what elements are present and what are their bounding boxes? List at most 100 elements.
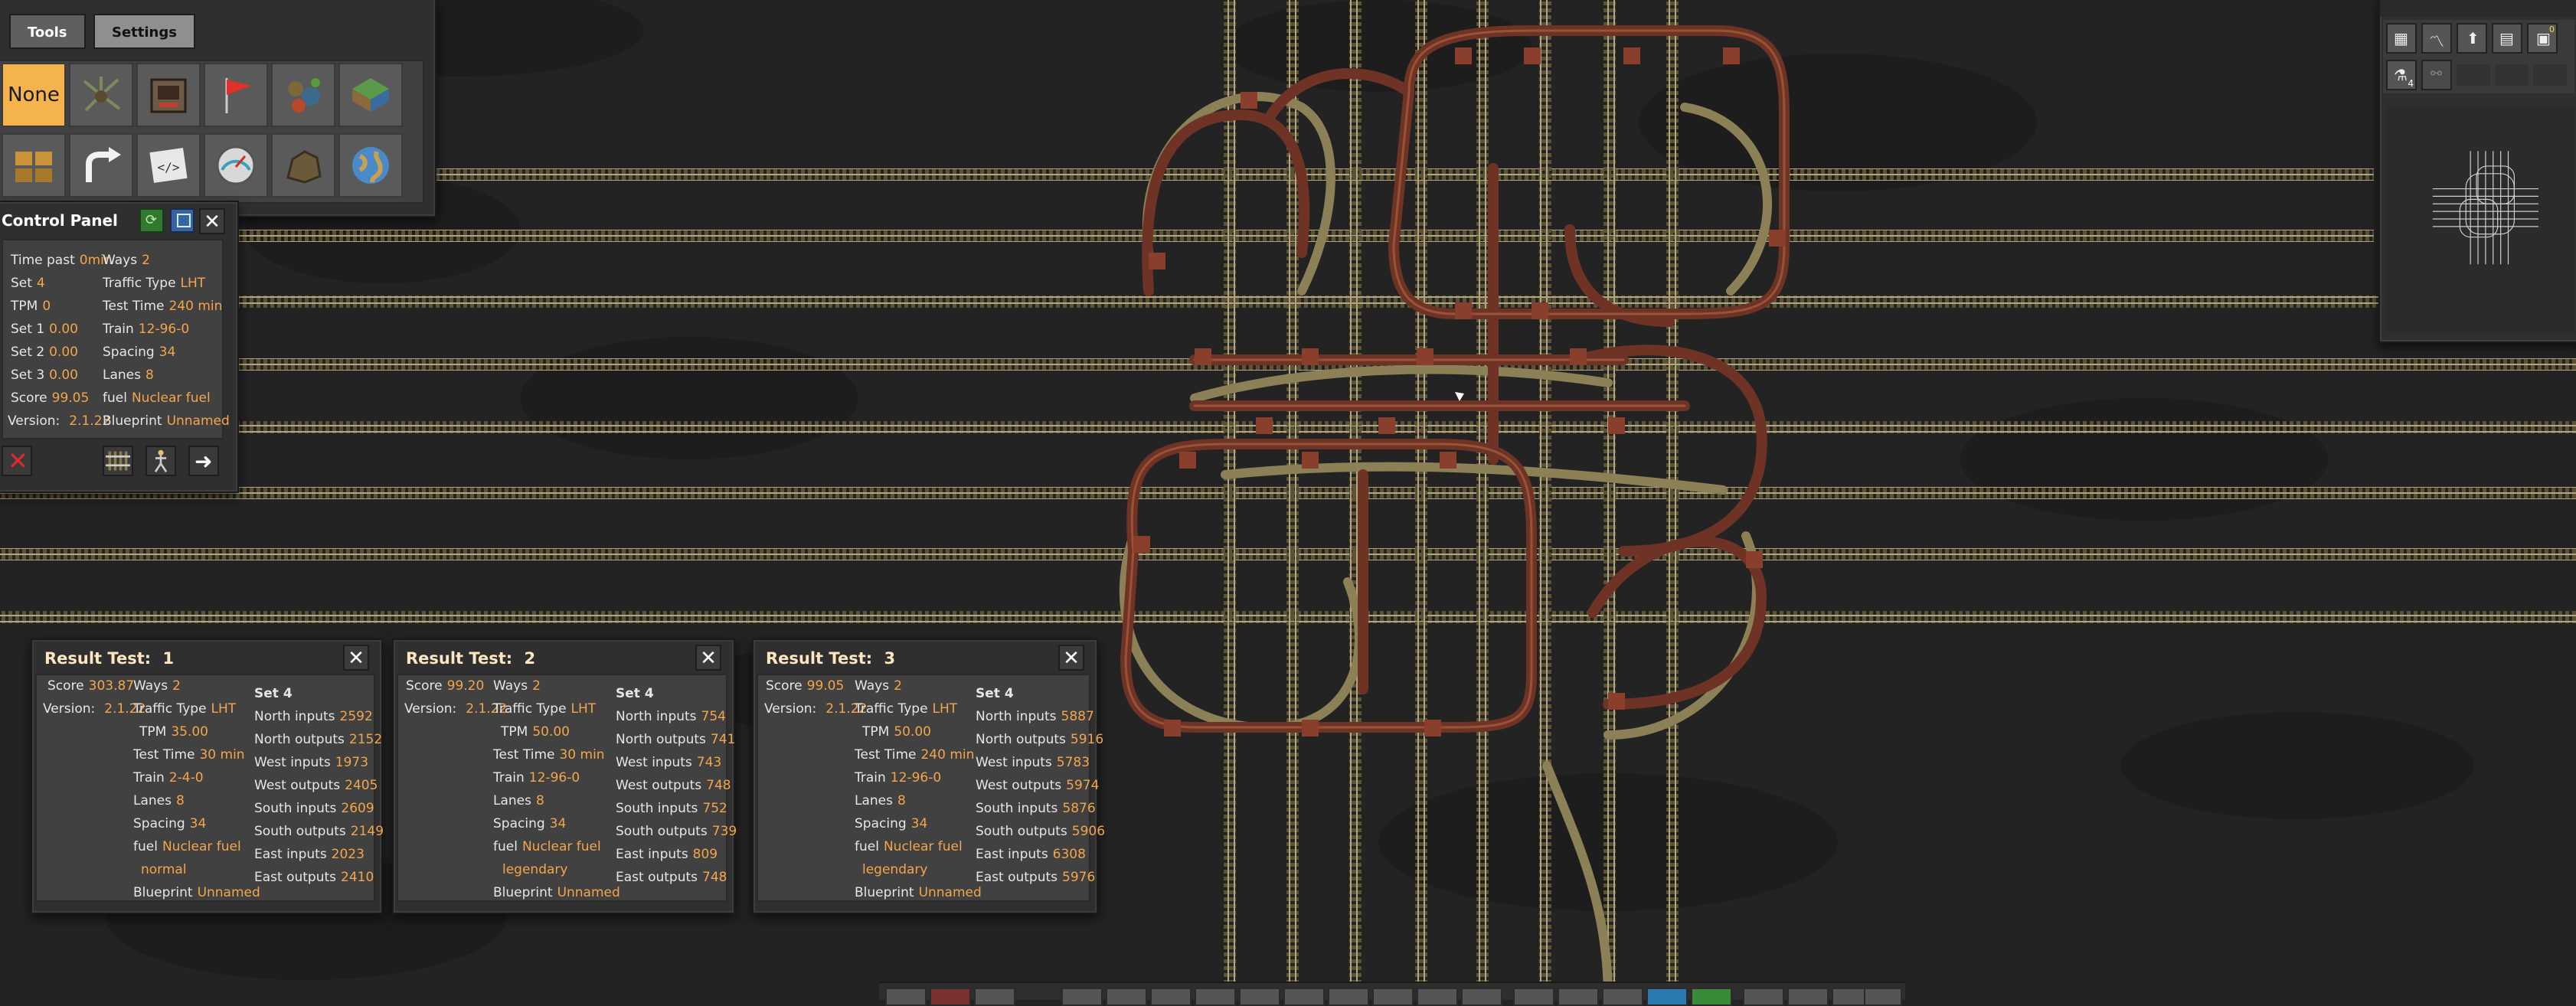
- result-south-inputs: South inputs 752: [616, 801, 727, 816]
- result-spacing: Spacing 34: [133, 816, 207, 831]
- cp-fuel: fuel Nuclear fuel: [103, 390, 211, 406]
- result-east-inputs: East inputs 2023: [254, 847, 364, 862]
- empty-slot: [2495, 64, 2529, 86]
- window-icon: [177, 214, 191, 227]
- hotbar-slot[interactable]: [1417, 988, 1458, 1006]
- hotbar-slot[interactable]: [1239, 988, 1280, 1006]
- trains-button[interactable]: ▣ 0: [2527, 23, 2558, 54]
- cp-version: Version: 2.1.22: [8, 413, 111, 429]
- cp-score: Score 99.05: [11, 390, 90, 406]
- graph-button[interactable]: ⚯: [2421, 60, 2452, 90]
- control-panel-close-button[interactable]: ✕: [199, 208, 225, 234]
- result-version: Version: 2.1.22: [764, 701, 868, 717]
- result-south-inputs: South inputs 5876: [976, 801, 1096, 816]
- hotbar-slot[interactable]: [974, 988, 1015, 1006]
- globe-icon: [352, 147, 389, 184]
- result-east-outputs: East outputs 748: [616, 870, 727, 885]
- result-train: Train 2-4-0: [133, 770, 204, 786]
- result-close-button[interactable]: ✕: [695, 645, 721, 671]
- tool-flag-slot[interactable]: [204, 63, 268, 127]
- hotbar-slot[interactable]: [1743, 988, 1784, 1006]
- empty-slot: [2533, 64, 2567, 86]
- hotbar-slot[interactable]: [1558, 988, 1599, 1006]
- result-tpm: TPM 35.00: [139, 724, 208, 740]
- minimap[interactable]: [2386, 106, 2574, 332]
- tool-machine-slot[interactable]: [136, 63, 201, 127]
- tool-biters-slot[interactable]: [271, 63, 335, 127]
- map-grid-button[interactable]: ▦: [2386, 23, 2417, 54]
- terrain-icon: [352, 78, 389, 112]
- toggle-green-button[interactable]: ⟳: [139, 208, 164, 233]
- hotbar-slot[interactable]: [1787, 988, 1829, 1006]
- svg-text:</>: </>: [158, 160, 180, 175]
- result-close-button[interactable]: ✕: [1058, 645, 1084, 671]
- next-button[interactable]: ➜: [188, 446, 219, 476]
- flag-icon: [225, 78, 251, 113]
- tab-settings[interactable]: Settings: [93, 14, 195, 49]
- result-spacing: Spacing 34: [855, 816, 928, 831]
- result-north-outputs: North outputs 741: [616, 732, 736, 747]
- close-icon: ✕: [204, 211, 221, 234]
- hotbar-slot[interactable]: [1061, 988, 1103, 1006]
- book-button[interactable]: ▤: [2492, 23, 2522, 54]
- hotbar-slot[interactable]: [1150, 988, 1192, 1006]
- hotbar-slot[interactable]: [1646, 988, 1688, 1006]
- train-badge: 0: [2549, 24, 2555, 34]
- minimize-button[interactable]: [170, 208, 195, 233]
- hotbar-slot[interactable]: [1864, 988, 1902, 1006]
- tool-code-slot[interactable]: </>: [136, 133, 201, 198]
- research-button[interactable]: ⚗ 4: [2386, 60, 2417, 90]
- tool-tree-slot[interactable]: [69, 63, 133, 127]
- stop-test-button[interactable]: ✕: [2, 446, 32, 476]
- tool-chest-slot[interactable]: [2, 133, 66, 198]
- result-train: Train 12-96-0: [855, 770, 942, 786]
- hotbar-slot[interactable]: [1195, 988, 1236, 1006]
- rail-button[interactable]: [103, 446, 133, 476]
- chart-icon: 〽: [2429, 32, 2444, 51]
- result-east-inputs: East inputs 809: [616, 847, 718, 862]
- rail-icon: [106, 451, 130, 471]
- hotbar-slot[interactable]: [1602, 988, 1643, 1006]
- hotbar-slot[interactable]: [1461, 988, 1502, 1006]
- machine-icon: [150, 78, 187, 113]
- hotbar-slot[interactable]: [1372, 988, 1414, 1006]
- tool-globe-slot[interactable]: [338, 133, 403, 198]
- control-panel-title: Control Panel: [2, 211, 118, 230]
- result-ways: Ways 2: [855, 678, 902, 694]
- book-icon: ▤: [2499, 29, 2514, 47]
- result-test-time: Test Time 240 min: [855, 747, 975, 763]
- character-button[interactable]: [145, 446, 176, 476]
- tool-speedometer-slot[interactable]: [204, 133, 268, 198]
- tab-tools[interactable]: Tools: [9, 14, 86, 49]
- result-test-time: Test Time 30 min: [133, 747, 245, 763]
- code-icon: </>: [149, 148, 188, 183]
- tree-icon: [83, 77, 121, 112]
- cp-test-time: Test Time 240 min: [103, 299, 223, 314]
- tool-rock-slot[interactable]: [271, 133, 335, 198]
- result-close-button[interactable]: ✕: [343, 645, 369, 671]
- hotbar-slot[interactable]: [1513, 988, 1554, 1006]
- result-test-2-panel: Result Test: 2 ✕ Score 99.20 Version: 2.1.…: [392, 639, 737, 914]
- arrow-turn-icon: [86, 147, 121, 182]
- rock-icon: [286, 150, 322, 184]
- map-grid-icon: ▦: [2394, 29, 2408, 47]
- result-score: Score 99.20: [406, 678, 485, 694]
- hotbar-slot[interactable]: [1283, 988, 1325, 1006]
- tool-none-slot[interactable]: None: [2, 63, 66, 127]
- stats-button[interactable]: 〽: [2421, 23, 2452, 54]
- hotbar-slot[interactable]: [1106, 988, 1147, 1006]
- result-blueprint: Blueprint Unnamed: [855, 885, 982, 900]
- none-label: None: [8, 83, 60, 106]
- biters-icon: [288, 78, 320, 113]
- result-north-inputs: North inputs 2592: [254, 709, 373, 724]
- tool-terrain-slot[interactable]: [338, 63, 403, 127]
- result-test-time: Test Time 30 min: [493, 747, 605, 763]
- tool-arrow-turn-slot[interactable]: [69, 133, 133, 198]
- result-east-outputs: East outputs 5976: [976, 870, 1096, 885]
- hotbar-slot[interactable]: [1328, 988, 1369, 1006]
- rocket-button[interactable]: ⬆: [2457, 23, 2487, 54]
- result-tpm: TPM 50.00: [862, 724, 931, 740]
- hotbar-slot[interactable]: [885, 988, 927, 1006]
- hotbar-slot[interactable]: [930, 988, 971, 1006]
- hotbar-slot[interactable]: [1691, 988, 1732, 1006]
